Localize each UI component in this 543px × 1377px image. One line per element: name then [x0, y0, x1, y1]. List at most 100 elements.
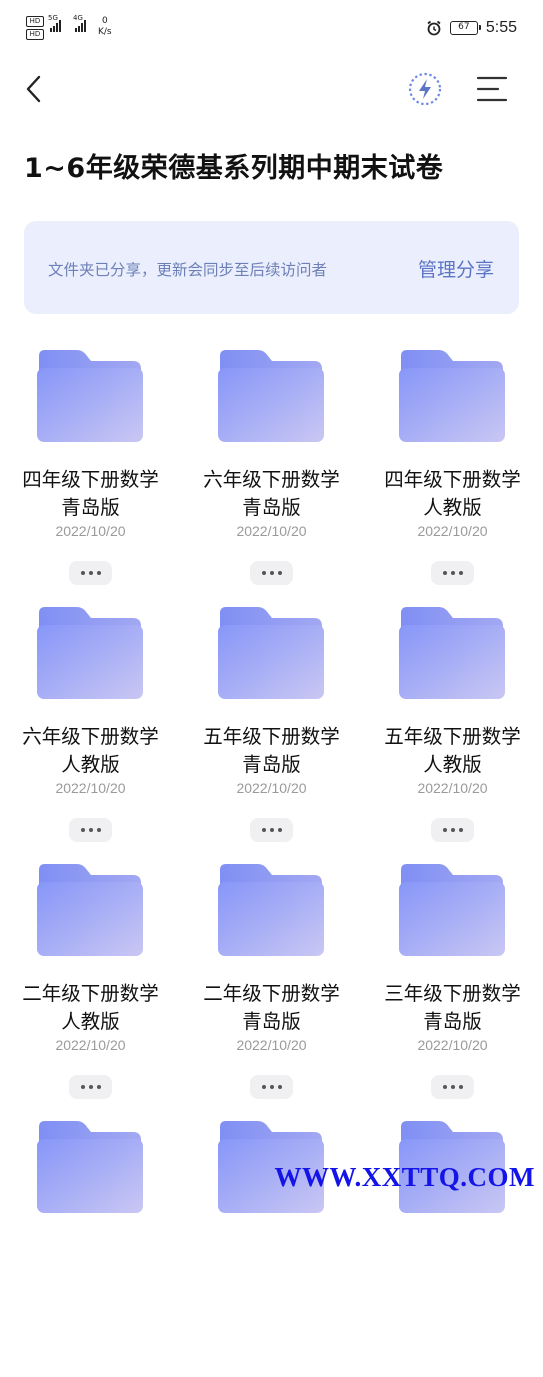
- signal-bar: [81, 23, 83, 32]
- lightning-icon[interactable]: [406, 70, 444, 108]
- more-dots-icon: [261, 828, 266, 832]
- folder-icon: [37, 1121, 143, 1213]
- more-options-button[interactable]: [431, 561, 474, 585]
- alarm-icon: [427, 20, 441, 36]
- folder-date: 2022/10/20: [417, 523, 488, 539]
- menu-icon[interactable]: [475, 74, 509, 104]
- signal1-tag: 5G: [48, 14, 58, 22]
- more-dots-icon: [458, 1085, 463, 1089]
- folder-date: 2022/10/20: [236, 1037, 307, 1053]
- folder-date: 2022/10/20: [417, 1037, 488, 1053]
- folder-item[interactable]: [181, 1121, 362, 1377]
- folder-date: 2022/10/20: [417, 780, 488, 796]
- more-dots-icon: [269, 828, 274, 832]
- folder-icon: [37, 864, 143, 956]
- folder-name-line2: 人教版: [61, 753, 120, 776]
- more-dots-icon: [269, 571, 274, 575]
- more-options-button[interactable]: [250, 561, 293, 585]
- more-options-button[interactable]: [69, 561, 112, 585]
- manage-share-button[interactable]: 管理分享: [418, 255, 494, 282]
- share-notice-text: 文件夹已分享，更新会同步至后续访问者: [48, 261, 328, 279]
- folder-name-line2: 人教版: [61, 1010, 120, 1033]
- folder-item[interactable]: [362, 1121, 543, 1377]
- more-dots-icon: [96, 571, 101, 575]
- status-bar: HD HD 5G 4G 0 K/s 67 5:55: [0, 0, 543, 60]
- folder-item[interactable]: [0, 1121, 181, 1377]
- folder-item[interactable]: 五年级下册数学 青岛版 2022/10/20: [181, 607, 362, 863]
- more-dots-icon: [80, 828, 85, 832]
- folder-name: 二年级下册数学 青岛版: [181, 980, 362, 1036]
- net-speed: 0 K/s: [98, 16, 112, 38]
- status-left: HD HD 5G 4G 0 K/s: [26, 14, 112, 40]
- folder-icon: [218, 350, 324, 442]
- back-icon[interactable]: [22, 72, 50, 106]
- status-right: 67 5:55: [426, 19, 517, 37]
- net-speed-unit: K/s: [98, 27, 112, 37]
- more-options-button[interactable]: [250, 818, 293, 842]
- folder-name-line1: 二年级下册数学: [203, 982, 340, 1005]
- signal-bar: [53, 26, 55, 32]
- signal-icon: 5G: [48, 14, 61, 32]
- folder-name: 五年级下册数学 青岛版: [181, 723, 362, 779]
- more-options-button[interactable]: [431, 818, 474, 842]
- folder-icon: [399, 607, 505, 699]
- more-dots-icon: [277, 1085, 282, 1089]
- folder-date: 2022/10/20: [236, 523, 307, 539]
- folder-name-line1: 六年级下册数学: [203, 468, 340, 491]
- net-speed-value: 0: [101, 16, 108, 26]
- signal-bar: [84, 20, 86, 32]
- more-dots-icon: [261, 1085, 266, 1089]
- folder-item[interactable]: 二年级下册数学 人教版 2022/10/20: [0, 864, 181, 1120]
- more-options-button[interactable]: [431, 1075, 474, 1099]
- folder-icon: [399, 864, 505, 956]
- folder-name-line2: 人教版: [423, 753, 482, 776]
- folder-name-line2: 青岛版: [423, 1010, 482, 1033]
- folder-name-line1: 四年级下册数学: [384, 468, 521, 491]
- more-dots-icon: [261, 571, 266, 575]
- more-options-button[interactable]: [69, 1075, 112, 1099]
- folder-item[interactable]: 五年级下册数学 人教版 2022/10/20: [362, 607, 543, 863]
- signal2-tag: 4G: [73, 14, 83, 22]
- folder-name-line1: 二年级下册数学: [22, 982, 159, 1005]
- folder-name: 三年级下册数学 青岛版: [362, 980, 543, 1036]
- folder-name-line2: 青岛版: [242, 1010, 301, 1033]
- folder-name-line1: 五年级下册数学: [203, 725, 340, 748]
- more-dots-icon: [96, 828, 101, 832]
- folder-name: 四年级下册数学 青岛版: [0, 466, 181, 522]
- folder-date: 2022/10/20: [236, 780, 307, 796]
- more-dots-icon: [88, 571, 93, 575]
- more-dots-icon: [450, 828, 455, 832]
- folder-item[interactable]: 四年级下册数学 人教版 2022/10/20: [362, 350, 543, 606]
- signal-bar: [50, 28, 52, 32]
- more-options-button[interactable]: [250, 1075, 293, 1099]
- folder-name: 二年级下册数学 人教版: [0, 980, 181, 1036]
- folder-name-line2: 青岛版: [242, 496, 301, 519]
- signal-bar: [59, 20, 61, 32]
- folder-item[interactable]: 二年级下册数学 青岛版 2022/10/20: [181, 864, 362, 1120]
- signal-icon: 4G: [73, 14, 86, 32]
- folder-item[interactable]: 四年级下册数学 青岛版 2022/10/20: [0, 350, 181, 606]
- share-banner: 文件夹已分享，更新会同步至后续访问者 管理分享: [24, 221, 519, 314]
- signal-bar: [75, 28, 77, 32]
- more-dots-icon: [88, 1085, 93, 1089]
- folder-name-line1: 五年级下册数学: [384, 725, 521, 748]
- folder-name-line1: 三年级下册数学: [384, 982, 521, 1005]
- more-dots-icon: [458, 828, 463, 832]
- more-dots-icon: [80, 1085, 85, 1089]
- more-dots-icon: [442, 1085, 447, 1089]
- more-dots-icon: [450, 1085, 455, 1089]
- more-dots-icon: [269, 1085, 274, 1089]
- folder-item[interactable]: 六年级下册数学 人教版 2022/10/20: [0, 607, 181, 863]
- folder-name-line1: 四年级下册数学: [22, 468, 159, 491]
- folder-name: 六年级下册数学 人教版: [0, 723, 181, 779]
- folder-item[interactable]: 六年级下册数学 青岛版 2022/10/20: [181, 350, 362, 606]
- signal-bar: [56, 23, 58, 32]
- sim1-badge: HD: [26, 16, 44, 27]
- folder-item[interactable]: 三年级下册数学 青岛版 2022/10/20: [362, 864, 543, 1120]
- folder-icon: [399, 350, 505, 442]
- more-dots-icon: [88, 828, 93, 832]
- folder-icon: [218, 607, 324, 699]
- folder-name-line2: 青岛版: [242, 753, 301, 776]
- folder-name-line2: 人教版: [423, 496, 482, 519]
- more-options-button[interactable]: [69, 818, 112, 842]
